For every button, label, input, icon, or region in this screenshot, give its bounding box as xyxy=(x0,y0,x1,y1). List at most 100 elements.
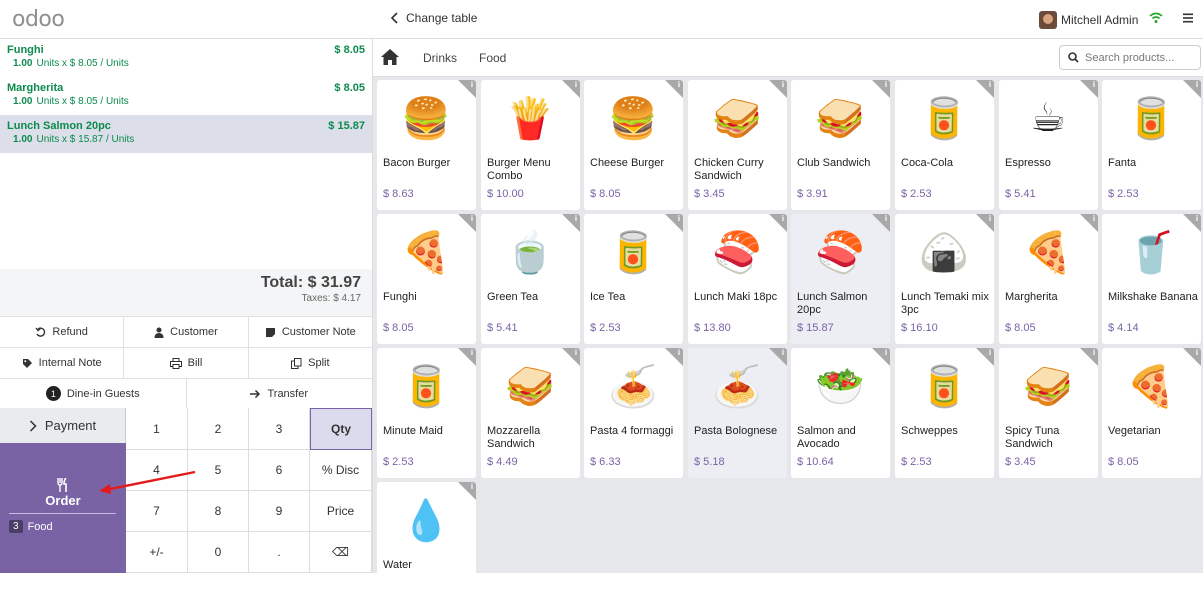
change-table-button[interactable]: Change table xyxy=(390,11,477,25)
info-icon[interactable]: i xyxy=(562,348,580,366)
product-card[interactable]: 🥪 i Chicken Curry Sandwich $ 3.45 xyxy=(688,80,787,210)
product-price: $ 5.41 xyxy=(487,322,518,334)
numpad-key[interactable]: 3 xyxy=(249,408,310,450)
product-card[interactable]: 🍔 i Cheese Burger $ 8.05 xyxy=(584,80,683,210)
product-card[interactable]: 🥫 i Coca-Cola $ 2.53 xyxy=(895,80,994,210)
product-price: $ 13.80 xyxy=(694,322,731,334)
numpad-key[interactable]: 2 xyxy=(188,408,249,450)
transfer-button[interactable]: Transfer xyxy=(187,379,373,408)
numpad-key[interactable]: +/- xyxy=(126,532,188,573)
info-icon[interactable]: i xyxy=(769,214,787,232)
product-card[interactable]: 🍟 i Burger Menu Combo $ 10.00 xyxy=(481,80,580,210)
info-icon[interactable]: i xyxy=(665,80,683,98)
product-card[interactable]: 🥪 i Spicy Tuna Sandwich $ 3.45 xyxy=(999,348,1098,478)
product-card[interactable]: 🍕 i Funghi $ 8.05 xyxy=(377,214,476,344)
info-icon[interactable]: i xyxy=(976,80,994,98)
order-line-qty: 1.00 xyxy=(13,134,33,145)
numpad-key[interactable]: 8 xyxy=(188,491,249,532)
refund-button[interactable]: Refund xyxy=(0,317,125,347)
info-icon[interactable]: i xyxy=(872,80,890,98)
numpad-key[interactable]: 6 xyxy=(249,450,310,491)
payment-label: Payment xyxy=(44,418,97,433)
search-box xyxy=(1059,45,1201,70)
numpad-key[interactable]: % Disc xyxy=(310,450,372,491)
info-icon[interactable]: i xyxy=(872,214,890,232)
customer-note-button[interactable]: Customer Note xyxy=(249,317,372,347)
numpad-key[interactable]: 9 xyxy=(249,491,310,532)
numpad-key[interactable]: 7 xyxy=(126,491,188,532)
product-card[interactable]: 🍝 i Pasta Bolognese $ 5.18 xyxy=(688,348,787,478)
hamburger-menu-icon[interactable] xyxy=(1182,12,1194,24)
product-card[interactable]: 🍣 i Lunch Maki 18pc $ 13.80 xyxy=(688,214,787,344)
product-name: Milkshake Banana xyxy=(1108,291,1198,303)
home-icon[interactable] xyxy=(380,48,400,66)
order-button[interactable]: Order 3 Food xyxy=(0,443,126,573)
product-image: 🍕 xyxy=(1023,230,1073,275)
bill-button[interactable]: Bill xyxy=(124,348,249,378)
info-icon[interactable]: i xyxy=(665,214,683,232)
info-icon[interactable]: i xyxy=(562,214,580,232)
product-card[interactable]: 🍵 i Green Tea $ 5.41 xyxy=(481,214,580,344)
product-card[interactable]: 🍔 i Bacon Burger $ 8.63 xyxy=(377,80,476,210)
product-card[interactable]: 🥫 i Minute Maid $ 2.53 xyxy=(377,348,476,478)
product-image: 🍔 xyxy=(608,96,658,141)
info-icon[interactable]: i xyxy=(769,348,787,366)
numpad-key[interactable]: ⌫ xyxy=(310,532,372,573)
product-card[interactable]: 🥫 i Ice Tea $ 2.53 xyxy=(584,214,683,344)
product-card[interactable]: 🍕 i Margherita $ 8.05 xyxy=(999,214,1098,344)
product-card[interactable]: 🥫 i Fanta $ 2.53 xyxy=(1102,80,1201,210)
product-name: Coca-Cola xyxy=(901,157,953,169)
search-input[interactable] xyxy=(1085,51,1195,64)
product-card[interactable]: 🍝 i Pasta 4 formaggi $ 6.33 xyxy=(584,348,683,478)
product-card[interactable]: 💧 i Water xyxy=(377,482,476,612)
category-food[interactable]: Food xyxy=(479,51,506,65)
info-icon[interactable]: i xyxy=(562,80,580,98)
order-line-price: $ 15.87 xyxy=(328,120,365,132)
product-image: 🥫 xyxy=(919,96,969,141)
product-card[interactable]: 🥪 i Mozzarella Sandwich $ 4.49 xyxy=(481,348,580,478)
order-line[interactable]: Lunch Salmon 20pc $ 15.87 1.00 Units x $ 15… xyxy=(0,115,372,153)
split-button[interactable]: Split xyxy=(249,348,372,378)
numpad-key[interactable]: 1 xyxy=(126,408,188,450)
info-icon[interactable]: i xyxy=(1183,214,1201,232)
info-icon[interactable]: i xyxy=(1080,214,1098,232)
product-card[interactable]: 🍣 i Lunch Salmon 20pc $ 15.87 xyxy=(791,214,890,344)
refund-label: Refund xyxy=(52,326,88,338)
info-icon[interactable]: i xyxy=(458,80,476,98)
info-icon[interactable]: i xyxy=(1080,348,1098,366)
info-icon[interactable]: i xyxy=(665,348,683,366)
info-icon[interactable]: i xyxy=(1080,80,1098,98)
internal-note-button[interactable]: Internal Note xyxy=(0,348,125,378)
info-icon[interactable]: i xyxy=(1183,80,1201,98)
product-card[interactable]: 🥗 i Salmon and Avocado $ 10.64 xyxy=(791,348,890,478)
product-card[interactable]: 🍕 i Vegetarian $ 8.05 xyxy=(1102,348,1201,478)
info-icon[interactable]: i xyxy=(976,348,994,366)
product-price: $ 3.45 xyxy=(1005,456,1036,468)
numpad-key[interactable]: . xyxy=(249,532,310,573)
guests-button[interactable]: 1 Dine-in Guests xyxy=(0,379,187,408)
info-icon[interactable]: i xyxy=(458,214,476,232)
info-icon[interactable]: i xyxy=(976,214,994,232)
product-card[interactable]: 🍙 i Lunch Temaki mix 3pc $ 16.10 xyxy=(895,214,994,344)
customer-button[interactable]: Customer xyxy=(124,317,249,347)
product-card[interactable]: 🥤 i Milkshake Banana $ 4.14 xyxy=(1102,214,1201,344)
product-card[interactable]: 🥪 i Club Sandwich $ 3.91 xyxy=(791,80,890,210)
numpad-key[interactable]: 0 xyxy=(188,532,249,573)
info-icon[interactable]: i xyxy=(1183,348,1201,366)
product-price: $ 4.14 xyxy=(1108,322,1139,334)
info-icon[interactable]: i xyxy=(872,348,890,366)
info-icon[interactable]: i xyxy=(458,482,476,500)
info-icon[interactable]: i xyxy=(769,80,787,98)
product-card[interactable]: 🥫 i Schweppes $ 2.53 xyxy=(895,348,994,478)
payment-button[interactable]: Payment xyxy=(0,408,126,443)
product-image: 💧 xyxy=(401,498,451,543)
order-line[interactable]: Margherita $ 8.05 1.00 Units x $ 8.05 / Uni… xyxy=(0,77,372,115)
order-line[interactable]: Funghi $ 8.05 1.00 Units x $ 8.05 / Units xyxy=(0,39,372,77)
product-card[interactable]: ☕ i Espresso $ 5.41 xyxy=(999,80,1098,210)
info-icon[interactable]: i xyxy=(458,348,476,366)
product-image: 🥪 xyxy=(815,96,865,141)
numpad-key[interactable]: Price xyxy=(310,491,372,532)
category-drinks[interactable]: Drinks xyxy=(423,51,457,65)
user-menu[interactable]: Mitchell Admin xyxy=(1039,11,1138,29)
numpad-key[interactable]: Qty xyxy=(310,408,372,450)
